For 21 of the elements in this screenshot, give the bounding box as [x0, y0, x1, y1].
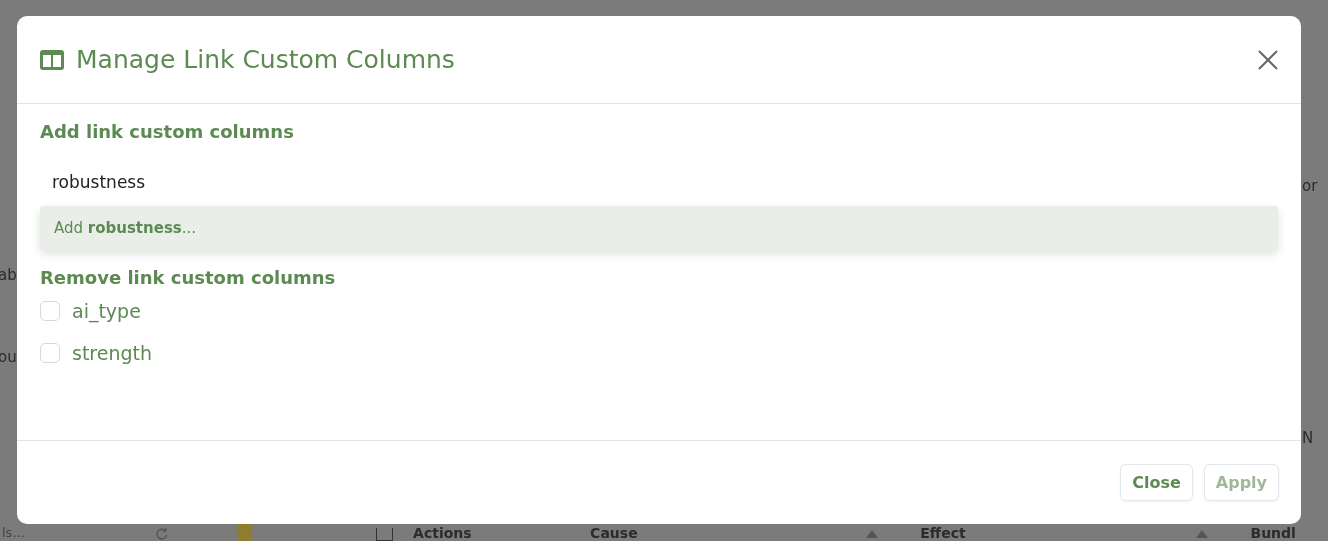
refresh-icon[interactable]: [155, 527, 169, 541]
checkbox-label[interactable]: ai_type: [72, 300, 141, 322]
text-fragment: or: [1302, 176, 1319, 196]
column-header[interactable]: Actions: [413, 525, 472, 541]
checkbox-label[interactable]: strength: [72, 342, 153, 364]
color-swatch: [237, 524, 251, 541]
section-heading: Add link custom columns: [40, 120, 295, 144]
column-header[interactable]: Cause: [590, 525, 638, 541]
sort-icon[interactable]: [866, 530, 879, 538]
suggestion-item[interactable]: Add robustness...: [40, 206, 1278, 250]
text-fragment: N: [1302, 428, 1315, 448]
input-field[interactable]: robustness: [40, 166, 464, 198]
section-heading: Remove link custom columns: [40, 266, 337, 290]
column-header[interactable]: Bundl: [1250, 525, 1296, 541]
sort-icon[interactable]: [1196, 530, 1209, 538]
columns-icon: [40, 49, 64, 70]
close-icon[interactable]: [1257, 48, 1279, 71]
close-button[interactable]: Close: [1120, 464, 1193, 501]
column-header[interactable]: Effect: [920, 525, 966, 541]
dialog-title: Manage Link Custom Columns: [76, 45, 455, 74]
checkbox[interactable]: [375, 528, 394, 541]
